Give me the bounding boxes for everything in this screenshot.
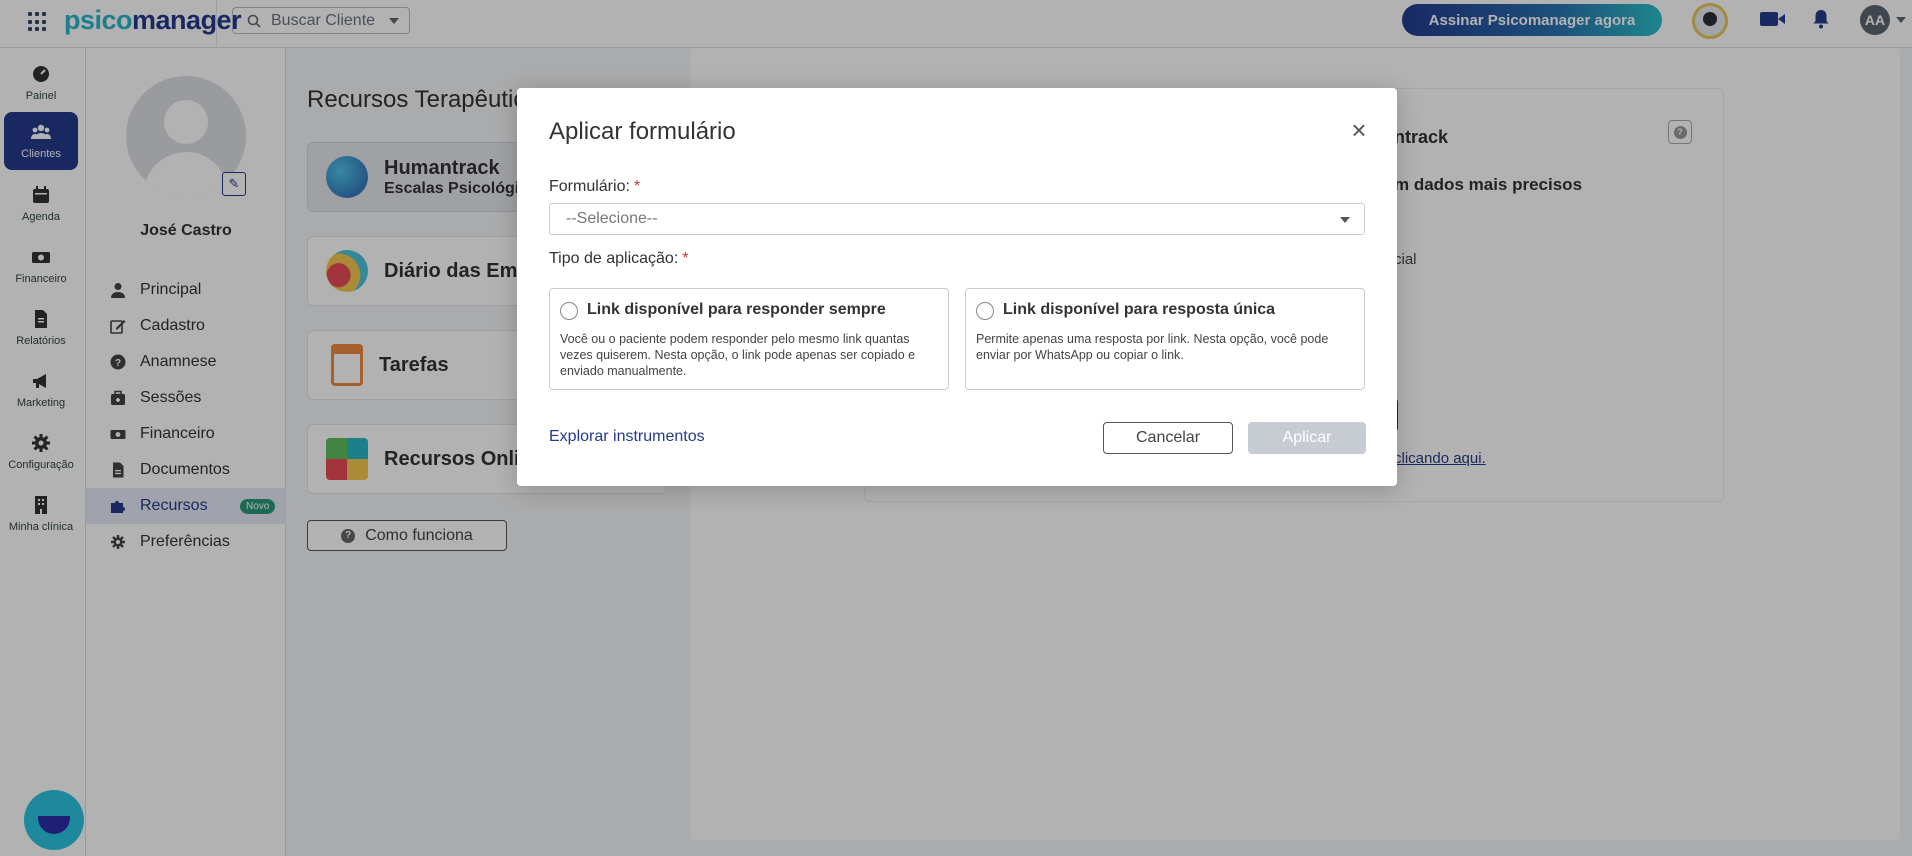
option-title: Link disponível para resposta única (1003, 301, 1276, 318)
option-title: Link disponível para responder sempre (587, 301, 886, 318)
radio-link-single[interactable] (976, 302, 994, 320)
option-link-single[interactable]: Link disponível para resposta única Perm… (965, 288, 1365, 390)
cancel-button[interactable]: Cancelar (1103, 422, 1233, 454)
radio-link-always[interactable] (560, 302, 578, 320)
form-field-label: Formulário: * (549, 178, 640, 196)
application-type-label: Tipo de aplicação: * (549, 250, 689, 268)
option-link-always[interactable]: Link disponível para responder sempre Vo… (549, 288, 949, 390)
form-select[interactable]: --Selecione-- (549, 203, 1365, 235)
option-description: Você ou o paciente podem responder pelo … (560, 332, 916, 378)
form-label-text: Formulário: (549, 178, 630, 195)
form-select-value: --Selecione-- (566, 210, 658, 227)
apply-button[interactable]: Aplicar (1248, 422, 1366, 454)
option-description: Permite apenas uma resposta por link. Ne… (976, 332, 1329, 362)
close-icon[interactable]: × (1347, 117, 1371, 143)
required-mark: * (633, 178, 641, 195)
chevron-down-icon (1340, 217, 1350, 223)
type-label-text: Tipo de aplicação: (549, 250, 679, 267)
modal-title: Aplicar formulário (549, 118, 736, 145)
explore-instruments-link[interactable]: Explorar instrumentos (549, 428, 705, 446)
apply-form-modal: Aplicar formulário × Formulário: * --Sele… (517, 88, 1397, 486)
required-mark: * (682, 250, 689, 267)
